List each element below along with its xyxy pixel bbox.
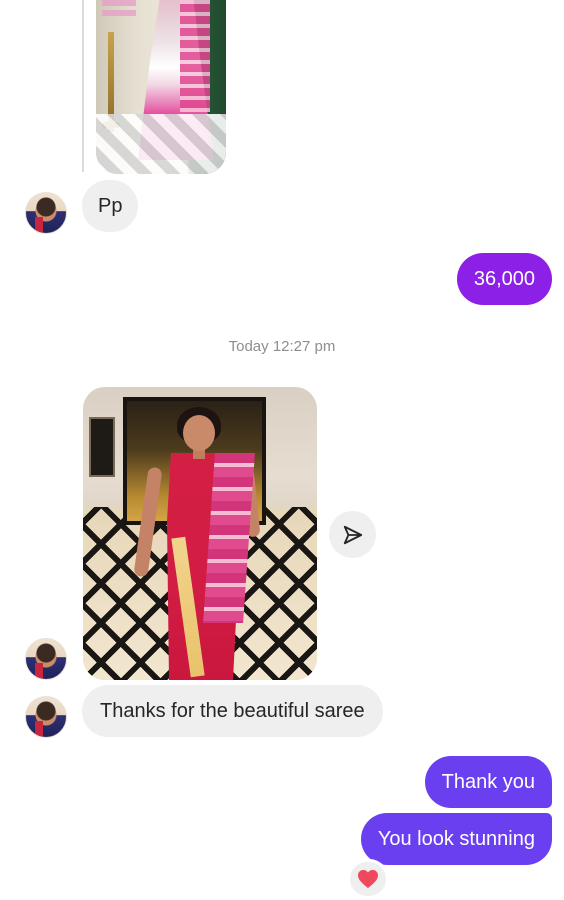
message-text: Thank you xyxy=(441,771,535,793)
message-outgoing[interactable]: Thank you xyxy=(424,756,552,808)
message-outgoing[interactable]: You look stunning xyxy=(360,813,552,865)
share-button[interactable] xyxy=(329,511,376,558)
photo-wall-frame xyxy=(89,417,115,477)
image-caption-strip xyxy=(102,10,136,16)
message-text: You look stunning xyxy=(377,828,535,850)
reaction-badge[interactable] xyxy=(347,859,389,899)
message-incoming[interactable]: Pp xyxy=(82,180,139,232)
photo-face xyxy=(183,415,215,451)
image-caption-strip xyxy=(102,0,136,6)
send-icon xyxy=(343,525,362,544)
photo-message[interactable] xyxy=(83,387,317,680)
message-text: Thanks for the beautiful saree xyxy=(100,700,365,722)
heart-icon xyxy=(358,869,378,889)
message-text: 36,000 xyxy=(473,268,535,290)
message-outgoing[interactable]: 36,000 xyxy=(456,253,552,305)
image-floor xyxy=(96,114,226,174)
avatar[interactable] xyxy=(25,696,67,738)
timestamp: Today 12:27 pm xyxy=(228,338,336,355)
image-pallu xyxy=(180,0,210,112)
avatar[interactable] xyxy=(25,638,67,680)
shared-saree-image[interactable] xyxy=(96,0,226,174)
message-incoming[interactable]: Thanks for the beautiful saree xyxy=(82,685,383,737)
avatar[interactable] xyxy=(25,192,67,234)
message-text: Pp xyxy=(98,195,123,217)
reply-indicator-line xyxy=(82,0,84,172)
